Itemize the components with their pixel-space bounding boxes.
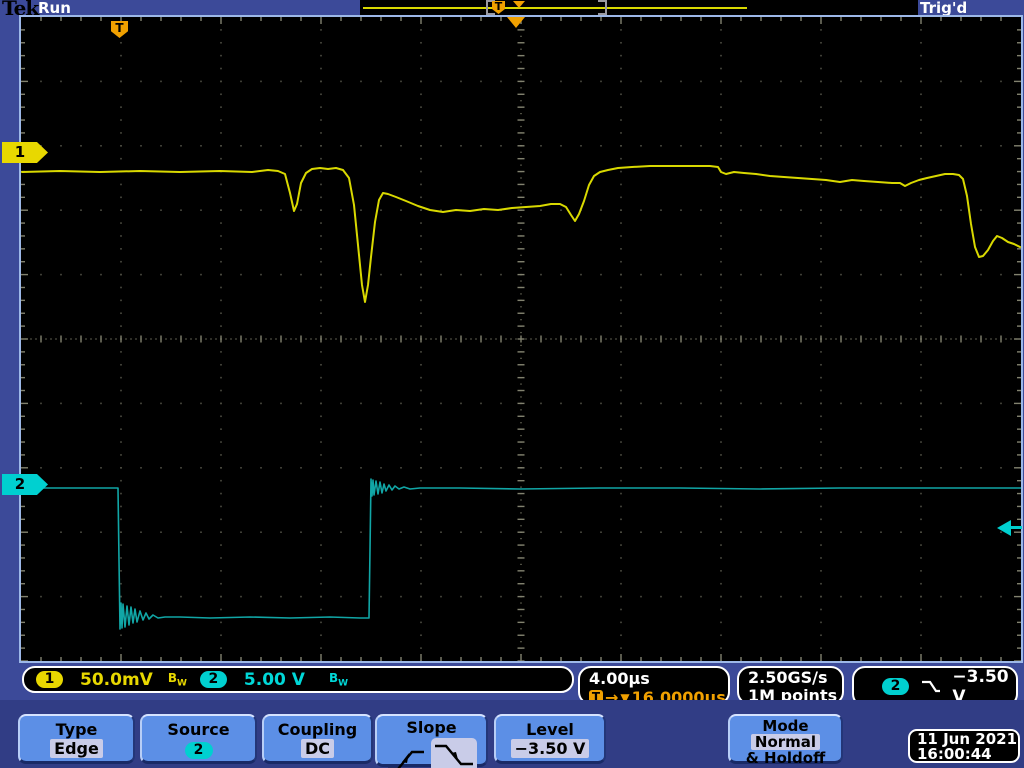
waveform-display bbox=[21, 17, 1021, 661]
record-delay-triangle-icon[interactable] bbox=[513, 1, 525, 8]
mode-label: Mode bbox=[762, 717, 809, 735]
rising-slope-icon[interactable] bbox=[386, 746, 426, 768]
trigger-source-badge[interactable]: 2 bbox=[882, 678, 909, 695]
type-label: Type bbox=[55, 720, 98, 739]
graticule bbox=[19, 15, 1023, 663]
source-value-badge: 2 bbox=[184, 742, 213, 759]
trigger-coupling-button[interactable]: Coupling DC bbox=[262, 714, 373, 764]
trace-ch2 bbox=[21, 478, 1021, 630]
coupling-value: DC bbox=[300, 739, 335, 758]
trigger-level-arrow-tail bbox=[1011, 526, 1022, 529]
mode-value: Normal bbox=[750, 734, 821, 750]
trigger-level-button[interactable]: Level −3.50 V bbox=[494, 714, 606, 764]
record-window-bracket-right[interactable] bbox=[598, 0, 607, 15]
falling-edge-icon bbox=[922, 680, 941, 693]
ch2-badge[interactable]: 2 bbox=[199, 671, 227, 688]
mode-value2: & Holdoff bbox=[745, 749, 826, 767]
trigger-source-button[interactable]: Source 2 bbox=[140, 714, 257, 764]
record-waveform-line bbox=[363, 7, 747, 9]
ch1-scale-readout: 50.0mV bbox=[80, 669, 153, 690]
timebase-scale: 4.00µs bbox=[589, 669, 650, 688]
ch2-bandwidth-limit-icon: BW bbox=[328, 670, 349, 689]
datetime-box[interactable]: 11 Jun 2021 16:00:44 bbox=[908, 729, 1020, 763]
source-label: Source bbox=[167, 720, 230, 739]
time-display: 16:00:44 bbox=[917, 745, 992, 763]
trigger-level-arrow-icon[interactable] bbox=[997, 520, 1011, 536]
ch1-bandwidth-limit-icon: BW bbox=[167, 670, 187, 689]
channel-readout-box[interactable]: 1 50.0mV BW 2 5.00 V BW bbox=[22, 666, 574, 693]
oscilloscope-screen: Tek Run T Trig'd T 1 2 1 50.0mV BW 2 5.0… bbox=[0, 0, 1024, 768]
sample-rate: 2.50GS/s bbox=[748, 668, 828, 687]
type-value: Edge bbox=[50, 739, 103, 758]
coupling-label: Coupling bbox=[277, 720, 358, 739]
trigger-mode-button[interactable]: Mode Normal & Holdoff bbox=[728, 714, 843, 767]
falling-slope-selected[interactable] bbox=[431, 738, 477, 768]
trigger-slope-button[interactable]: Slope bbox=[375, 714, 488, 768]
level-label: Level bbox=[526, 720, 574, 739]
expansion-point-triangle-icon[interactable] bbox=[507, 17, 525, 28]
trigger-type-button[interactable]: Type Edge bbox=[18, 714, 135, 764]
ch1-badge[interactable]: 1 bbox=[36, 671, 63, 688]
falling-slope-icon bbox=[435, 744, 473, 766]
level-value: −3.50 V bbox=[510, 739, 590, 758]
slope-label: Slope bbox=[406, 718, 457, 737]
record-view-strip[interactable]: T bbox=[360, 0, 918, 15]
ch2-scale-readout: 5.00 V bbox=[243, 669, 305, 690]
